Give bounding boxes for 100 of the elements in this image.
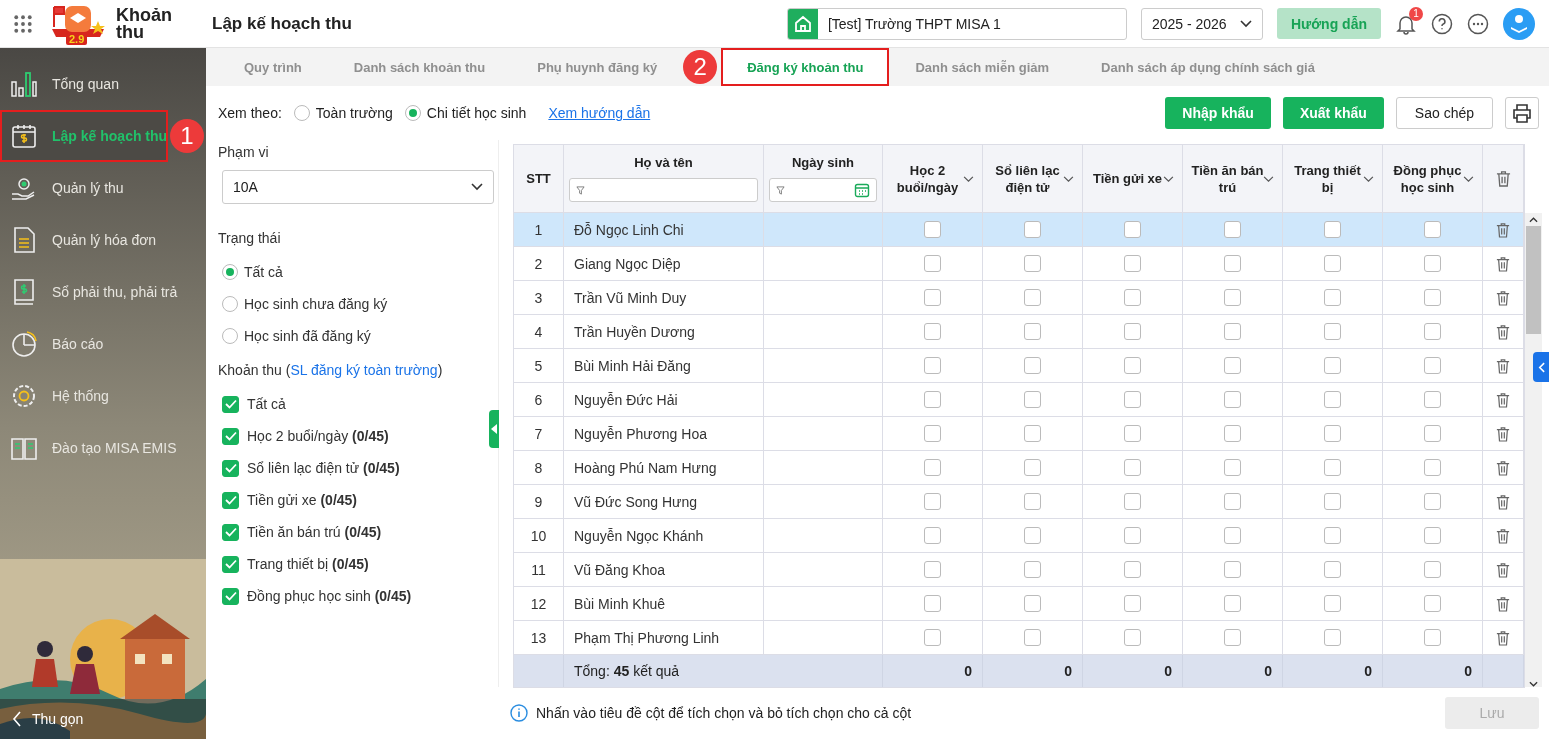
school-selector[interactable]: [Test] Trường THPT MISA 1 — [786, 7, 1127, 40]
checkbox[interactable] — [222, 555, 239, 573]
checkbox[interactable] — [1324, 459, 1341, 476]
checkbox[interactable] — [1124, 527, 1141, 544]
sidebar-item[interactable]: Quản lý hóa đơn — [0, 214, 206, 266]
checkbox[interactable] — [924, 391, 941, 408]
checkbox[interactable] — [1024, 357, 1041, 374]
scope-dropdown[interactable]: 10A — [222, 170, 494, 204]
guide-link[interactable]: Xem hướng dẫn — [548, 105, 651, 121]
radio-button[interactable] — [404, 105, 421, 121]
panel-toggle[interactable] — [489, 410, 499, 448]
checkbox[interactable] — [1024, 323, 1041, 340]
radio-button[interactable] — [222, 296, 238, 312]
checkbox[interactable] — [1424, 221, 1441, 238]
checkbox[interactable] — [1224, 221, 1241, 238]
checkbox[interactable] — [1224, 255, 1241, 272]
checkbox[interactable] — [924, 459, 941, 476]
checkbox[interactable] — [1424, 629, 1441, 646]
sidebar-item[interactable]: Quản lý thu — [0, 162, 206, 214]
checkbox[interactable] — [222, 395, 239, 413]
checkbox[interactable] — [1124, 629, 1141, 646]
avatar[interactable] — [1503, 7, 1535, 40]
checkbox[interactable] — [1324, 289, 1341, 306]
status-option[interactable]: Học sinh đã đăng ký — [222, 320, 371, 352]
trash-icon[interactable] — [1496, 289, 1510, 306]
table-row[interactable]: 6 Nguyễn Đức Hải — [514, 383, 1524, 417]
checkbox[interactable] — [1324, 493, 1341, 510]
fee-option[interactable]: Tất cả — [222, 388, 286, 420]
checkbox[interactable] — [1024, 459, 1041, 476]
trash-icon[interactable] — [1496, 323, 1510, 340]
fee-option[interactable]: Tiền gửi xe (0/45) — [222, 484, 358, 516]
filter-field[interactable] — [569, 178, 758, 202]
sidebar-item[interactable]: Báo cáo — [0, 318, 206, 370]
checkbox[interactable] — [1424, 425, 1441, 442]
checkbox[interactable] — [222, 491, 239, 509]
checkbox[interactable] — [1224, 527, 1241, 544]
checkbox[interactable] — [1324, 561, 1341, 578]
checkbox[interactable] — [1424, 391, 1441, 408]
checkbox[interactable] — [1424, 595, 1441, 612]
status-option[interactable]: Tất cả — [222, 256, 283, 288]
checkbox[interactable] — [1424, 323, 1441, 340]
checkbox[interactable] — [924, 289, 941, 306]
table-row[interactable]: 8 Hoàng Phú Nam Hưng — [514, 451, 1524, 485]
checkbox[interactable] — [1324, 221, 1341, 238]
checkbox[interactable] — [924, 323, 941, 340]
checkbox[interactable] — [1224, 391, 1241, 408]
sidebar-item[interactable]: Lập kế hoạch thu — [0, 110, 168, 162]
checkbox[interactable] — [1024, 629, 1041, 646]
print-button[interactable] — [1505, 97, 1539, 129]
column-header[interactable]: Họ và tên — [564, 145, 764, 213]
table-row[interactable]: 2 Giang Ngọc Diệp — [514, 247, 1524, 281]
checkbox[interactable] — [1324, 357, 1341, 374]
checkbox[interactable] — [1224, 323, 1241, 340]
year-dropdown[interactable]: 2025 - 2026 — [1140, 7, 1263, 40]
trash-icon[interactable] — [1496, 459, 1510, 476]
table-row[interactable]: 1 Đỗ Ngọc Linh Chi — [514, 213, 1524, 247]
panel-toggle[interactable] — [1533, 352, 1549, 382]
checkbox[interactable] — [1024, 493, 1041, 510]
checkbox[interactable] — [1324, 391, 1341, 408]
table-row[interactable]: 5 Bùi Minh Hải Đăng — [514, 349, 1524, 383]
checkbox[interactable] — [222, 427, 239, 445]
registration-count-link[interactable]: SL đăng ký toàn trường — [290, 362, 438, 378]
checkbox[interactable] — [1124, 323, 1141, 340]
checkbox[interactable] — [924, 561, 941, 578]
table-row[interactable]: 7 Nguyễn Phương Hoa — [514, 417, 1524, 451]
trash-icon[interactable] — [1496, 595, 1510, 612]
trash-icon[interactable] — [1496, 221, 1510, 238]
checkbox[interactable] — [1224, 629, 1241, 646]
fee-option[interactable]: Sổ liên lạc điện tử (0/45) — [222, 452, 400, 484]
table-row[interactable]: 9 Vũ Đức Song Hưng — [514, 485, 1524, 519]
checkbox[interactable] — [1124, 561, 1141, 578]
checkbox[interactable] — [222, 587, 239, 605]
checkbox[interactable] — [1324, 629, 1341, 646]
fee-option[interactable]: Đồng phục học sinh (0/45) — [222, 580, 412, 612]
checkbox[interactable] — [1024, 595, 1041, 612]
trash-icon[interactable] — [1496, 255, 1510, 272]
checkbox[interactable] — [1024, 289, 1041, 306]
table-row[interactable]: 10 Nguyễn Ngọc Khánh — [514, 519, 1524, 553]
calendar-icon[interactable] — [854, 182, 870, 198]
trash-icon[interactable] — [1496, 561, 1510, 578]
checkbox[interactable] — [1024, 527, 1041, 544]
fee-option[interactable]: Học 2 buổi/ngày (0/45) — [222, 420, 389, 452]
checkbox[interactable] — [1324, 527, 1341, 544]
fee-option[interactable]: Tiền ăn bán trú (0/45) — [222, 516, 382, 548]
checkbox[interactable] — [1424, 459, 1441, 476]
checkbox[interactable] — [924, 527, 941, 544]
checkbox[interactable] — [1224, 595, 1241, 612]
checkbox[interactable] — [1024, 221, 1041, 238]
view-option[interactable]: Toàn trường — [293, 105, 393, 121]
action-button[interactable]: Sao chép — [1395, 97, 1493, 129]
trash-icon[interactable] — [1496, 391, 1510, 408]
checkbox[interactable] — [1224, 289, 1241, 306]
trash-icon[interactable] — [1495, 170, 1511, 187]
checkbox[interactable] — [1224, 459, 1241, 476]
checkbox[interactable] — [924, 629, 941, 646]
collapse-button[interactable]: Thu gọn — [0, 699, 206, 739]
trash-icon[interactable] — [1496, 629, 1510, 646]
checkbox[interactable] — [1424, 561, 1441, 578]
checkbox[interactable] — [924, 425, 941, 442]
scrollbar-thumb[interactable] — [1526, 226, 1541, 334]
